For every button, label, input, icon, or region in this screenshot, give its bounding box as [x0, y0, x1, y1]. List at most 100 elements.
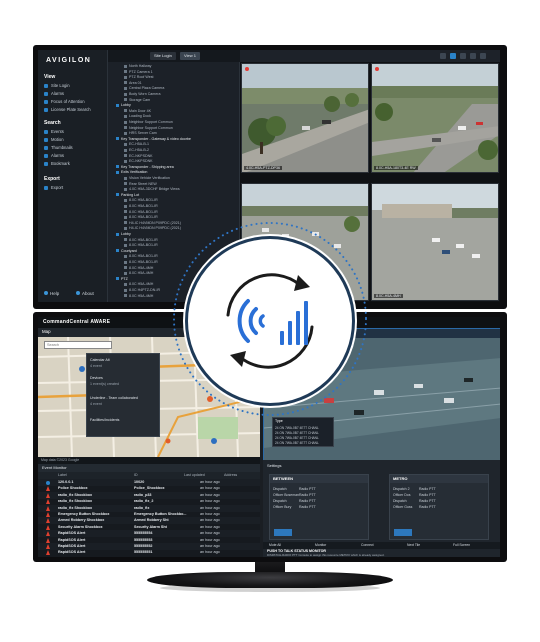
monitor-button[interactable]: Monitor	[315, 542, 326, 549]
alert-icon	[46, 524, 50, 530]
playlist-item-2[interactable]: 24 ON 7WA-0B7 4E7T CHANL	[275, 431, 319, 435]
video-toolbar	[240, 50, 500, 62]
playlist-item-4[interactable]: 24 ON 7WA-0B7 4E7T CHANL	[275, 441, 319, 445]
camera-playlist: Type 24 ON 7WA-0B7 4E7T CHANL 24 ON 7WA-…	[272, 417, 334, 447]
radio-console-panel: Settings BETWEEN Dispatch Radio PTT Offic…	[263, 460, 500, 557]
monitor-stand-base	[147, 572, 393, 588]
nav-item-focus-of-attention[interactable]: Focus of Attention	[44, 98, 85, 105]
nav-item-license-plate[interactable]: License Plate Search	[44, 106, 91, 113]
folder-icon	[116, 249, 119, 253]
settings-button[interactable]	[480, 53, 486, 59]
console-button-row: Mute All Monitor Connect Next Tile Full …	[263, 542, 500, 549]
camera-icon	[124, 70, 127, 74]
nav-item-alarms[interactable]: Alarms	[44, 90, 64, 97]
ptt-button[interactable]	[274, 529, 292, 536]
group-row[interactable]: Officer Guss Radio PTT	[393, 505, 436, 509]
camera-icon	[124, 198, 127, 202]
group-row[interactable]: Officer Bury Radio PTT	[273, 505, 316, 509]
video-feed-4	[372, 184, 498, 300]
group-row[interactable]: Officer Boseman Radio PTT	[273, 493, 316, 497]
event-row[interactable]: RapidSOS Alert 555555551 an hour ago	[38, 549, 260, 556]
camera-icon	[124, 243, 127, 247]
event-monitor-title: Event Monitor	[42, 465, 67, 470]
legend-title-3: Underline - Team collaborated	[90, 396, 138, 400]
folder-icon	[116, 277, 119, 281]
layout-button[interactable]	[440, 53, 446, 59]
group-row[interactable]: Dispatch Radio PTT	[393, 499, 436, 503]
nav-section-export: Export	[44, 176, 60, 182]
video-feed-1	[242, 64, 368, 172]
alarm-icon	[44, 153, 48, 158]
video-tile-4[interactable]: 8.0C-H5A-4MH	[371, 183, 499, 301]
camera-icon	[124, 271, 127, 275]
alert-icon	[46, 492, 50, 498]
video-label: 4.0C-H5A-PTZ-DP36	[244, 166, 282, 170]
alert-icon	[46, 531, 50, 537]
full-screen-button[interactable]: Full Screen	[453, 542, 470, 549]
mute-all-button[interactable]: Mute All	[269, 542, 281, 549]
brand-logo-text: AVIGILON	[46, 57, 92, 64]
legend-sub-2: 1 event(s) created	[90, 382, 119, 386]
col-id[interactable]: ID	[134, 472, 138, 479]
camera-icon	[124, 109, 127, 113]
nav-item-bookmark[interactable]: Bookmark	[44, 160, 70, 167]
camera-button[interactable]	[460, 53, 466, 59]
sync-signal-badge	[185, 236, 355, 406]
event-monitor-header: Event Monitor	[38, 464, 260, 472]
alert-icon	[46, 550, 50, 556]
tab-view-1[interactable]: View 1	[180, 52, 200, 60]
col-address[interactable]: Address	[224, 472, 237, 479]
camera-icon	[124, 210, 127, 214]
video-tile-2[interactable]: 8.0C-H5A-180T3-4E RW	[371, 63, 499, 173]
nav-item-motion[interactable]: Motion	[44, 136, 64, 143]
fullscreen-button[interactable]	[470, 53, 476, 59]
nav-item-thumbnails[interactable]: Thumbnails	[44, 144, 73, 151]
help-button[interactable]: Help	[44, 289, 59, 297]
focus-icon	[44, 99, 48, 104]
folder-icon	[116, 170, 119, 174]
ptt-status-text: DISPATCH-RADIO PTT Console to assign thi…	[267, 553, 385, 557]
nav-item-export[interactable]: Export	[44, 184, 63, 191]
select-button[interactable]	[450, 53, 456, 59]
camera-icon	[124, 176, 127, 180]
alert-icon	[46, 505, 50, 511]
map-tab[interactable]: Map	[42, 329, 51, 334]
left-navigation: AVIGILON View Site Login Alarms Focus of…	[38, 50, 108, 302]
camera-icon	[124, 215, 127, 219]
bookmark-icon	[44, 161, 48, 166]
camera-icon	[124, 154, 127, 158]
camera-icon	[124, 114, 127, 118]
group-row[interactable]: Dispatch Radio PTT	[273, 487, 316, 491]
playlist-item-1[interactable]: 24 ON 7WA-0B7 4E7T CHANL	[275, 426, 319, 430]
recording-indicator	[245, 67, 249, 71]
group-row[interactable]: Dispatch Radio PTT	[273, 499, 316, 503]
playlist-item-3[interactable]: 24 ON 7WA-0B7 4E7T CHANL	[275, 436, 319, 440]
group-metro: METRO Dispatch 2 Radio PTT Officer Dos Rad…	[389, 474, 489, 540]
plate-icon	[44, 107, 48, 112]
video-tile-1[interactable]: 4.0C-H5A-PTZ-DP36	[241, 63, 369, 173]
tab-site-login[interactable]: Site Login	[150, 52, 176, 60]
camera-icon	[124, 266, 127, 270]
nav-item-events[interactable]: Events	[44, 128, 64, 135]
map-search-input[interactable]: Search	[44, 341, 112, 349]
nav-section-view: View	[44, 74, 56, 80]
col-label[interactable]: Label	[58, 472, 67, 479]
camera-icon	[124, 204, 127, 208]
camera-icon	[124, 92, 127, 96]
event-columns: Label ID Last updated Address	[38, 472, 260, 479]
camera-icon	[124, 254, 127, 258]
map-footer: Map data ©2023 Google	[38, 457, 260, 464]
connect-button[interactable]: Connect	[361, 542, 374, 549]
nav-item-site-login[interactable]: Site Login	[44, 82, 70, 89]
group-row[interactable]: Dispatch 2 Radio PTT	[393, 487, 436, 491]
next-tile-button[interactable]: Next Tile	[407, 542, 420, 549]
alert-icon	[46, 486, 50, 492]
camera-icon	[124, 294, 127, 298]
ptt-button[interactable]	[394, 529, 412, 536]
thumbnails-icon	[44, 145, 48, 150]
nav-item-search-alarms[interactable]: Alarms	[44, 152, 64, 159]
about-button[interactable]: About	[76, 289, 94, 297]
group-row[interactable]: Officer Dos Radio PTT	[393, 493, 436, 497]
col-last-updated[interactable]: Last updated	[184, 472, 205, 479]
folder-icon	[116, 103, 119, 107]
